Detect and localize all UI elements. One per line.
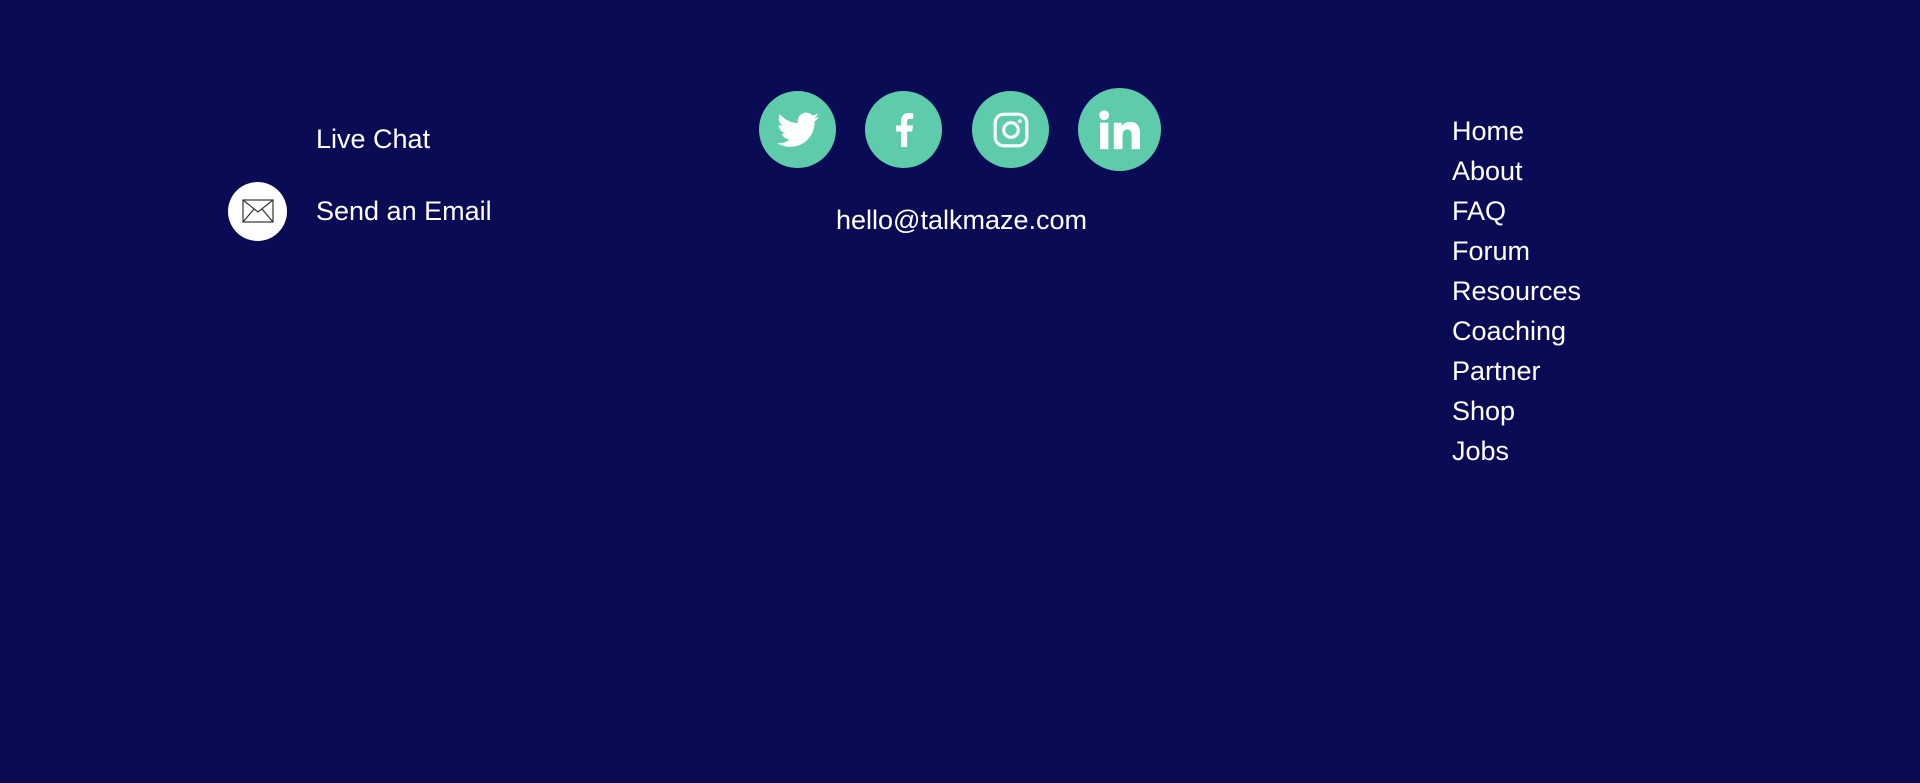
nav-item-partner[interactable]: Partner bbox=[1452, 351, 1581, 391]
instagram-icon[interactable] bbox=[972, 91, 1049, 168]
footer: Live Chat Send an Email hello@talkmaze.c… bbox=[0, 0, 1920, 783]
linkedin-icon[interactable] bbox=[1078, 88, 1161, 171]
footer-nav: Home About FAQ Forum Resources Coaching … bbox=[1452, 111, 1581, 471]
twitter-icon[interactable] bbox=[759, 91, 836, 168]
nav-item-faq[interactable]: FAQ bbox=[1452, 191, 1581, 231]
live-chat-link[interactable]: Live Chat bbox=[316, 121, 430, 157]
live-chat-label: Live Chat bbox=[316, 124, 431, 154]
nav-item-shop[interactable]: Shop bbox=[1452, 391, 1581, 431]
send-email-label: Send an Email bbox=[316, 196, 492, 226]
nav-item-forum[interactable]: Forum bbox=[1452, 231, 1581, 271]
nav-item-about[interactable]: About bbox=[1452, 151, 1581, 191]
contact-email-link[interactable]: hello@talkmaze.com bbox=[836, 202, 1087, 238]
nav-item-jobs[interactable]: Jobs bbox=[1452, 431, 1581, 471]
nav-item-home[interactable]: Home bbox=[1452, 111, 1581, 151]
facebook-icon[interactable] bbox=[865, 91, 942, 168]
nav-item-resources[interactable]: Resources bbox=[1452, 271, 1581, 311]
nav-item-coaching[interactable]: Coaching bbox=[1452, 311, 1581, 351]
send-email-link[interactable]: Send an Email bbox=[228, 181, 492, 241]
envelope-icon bbox=[228, 181, 287, 241]
